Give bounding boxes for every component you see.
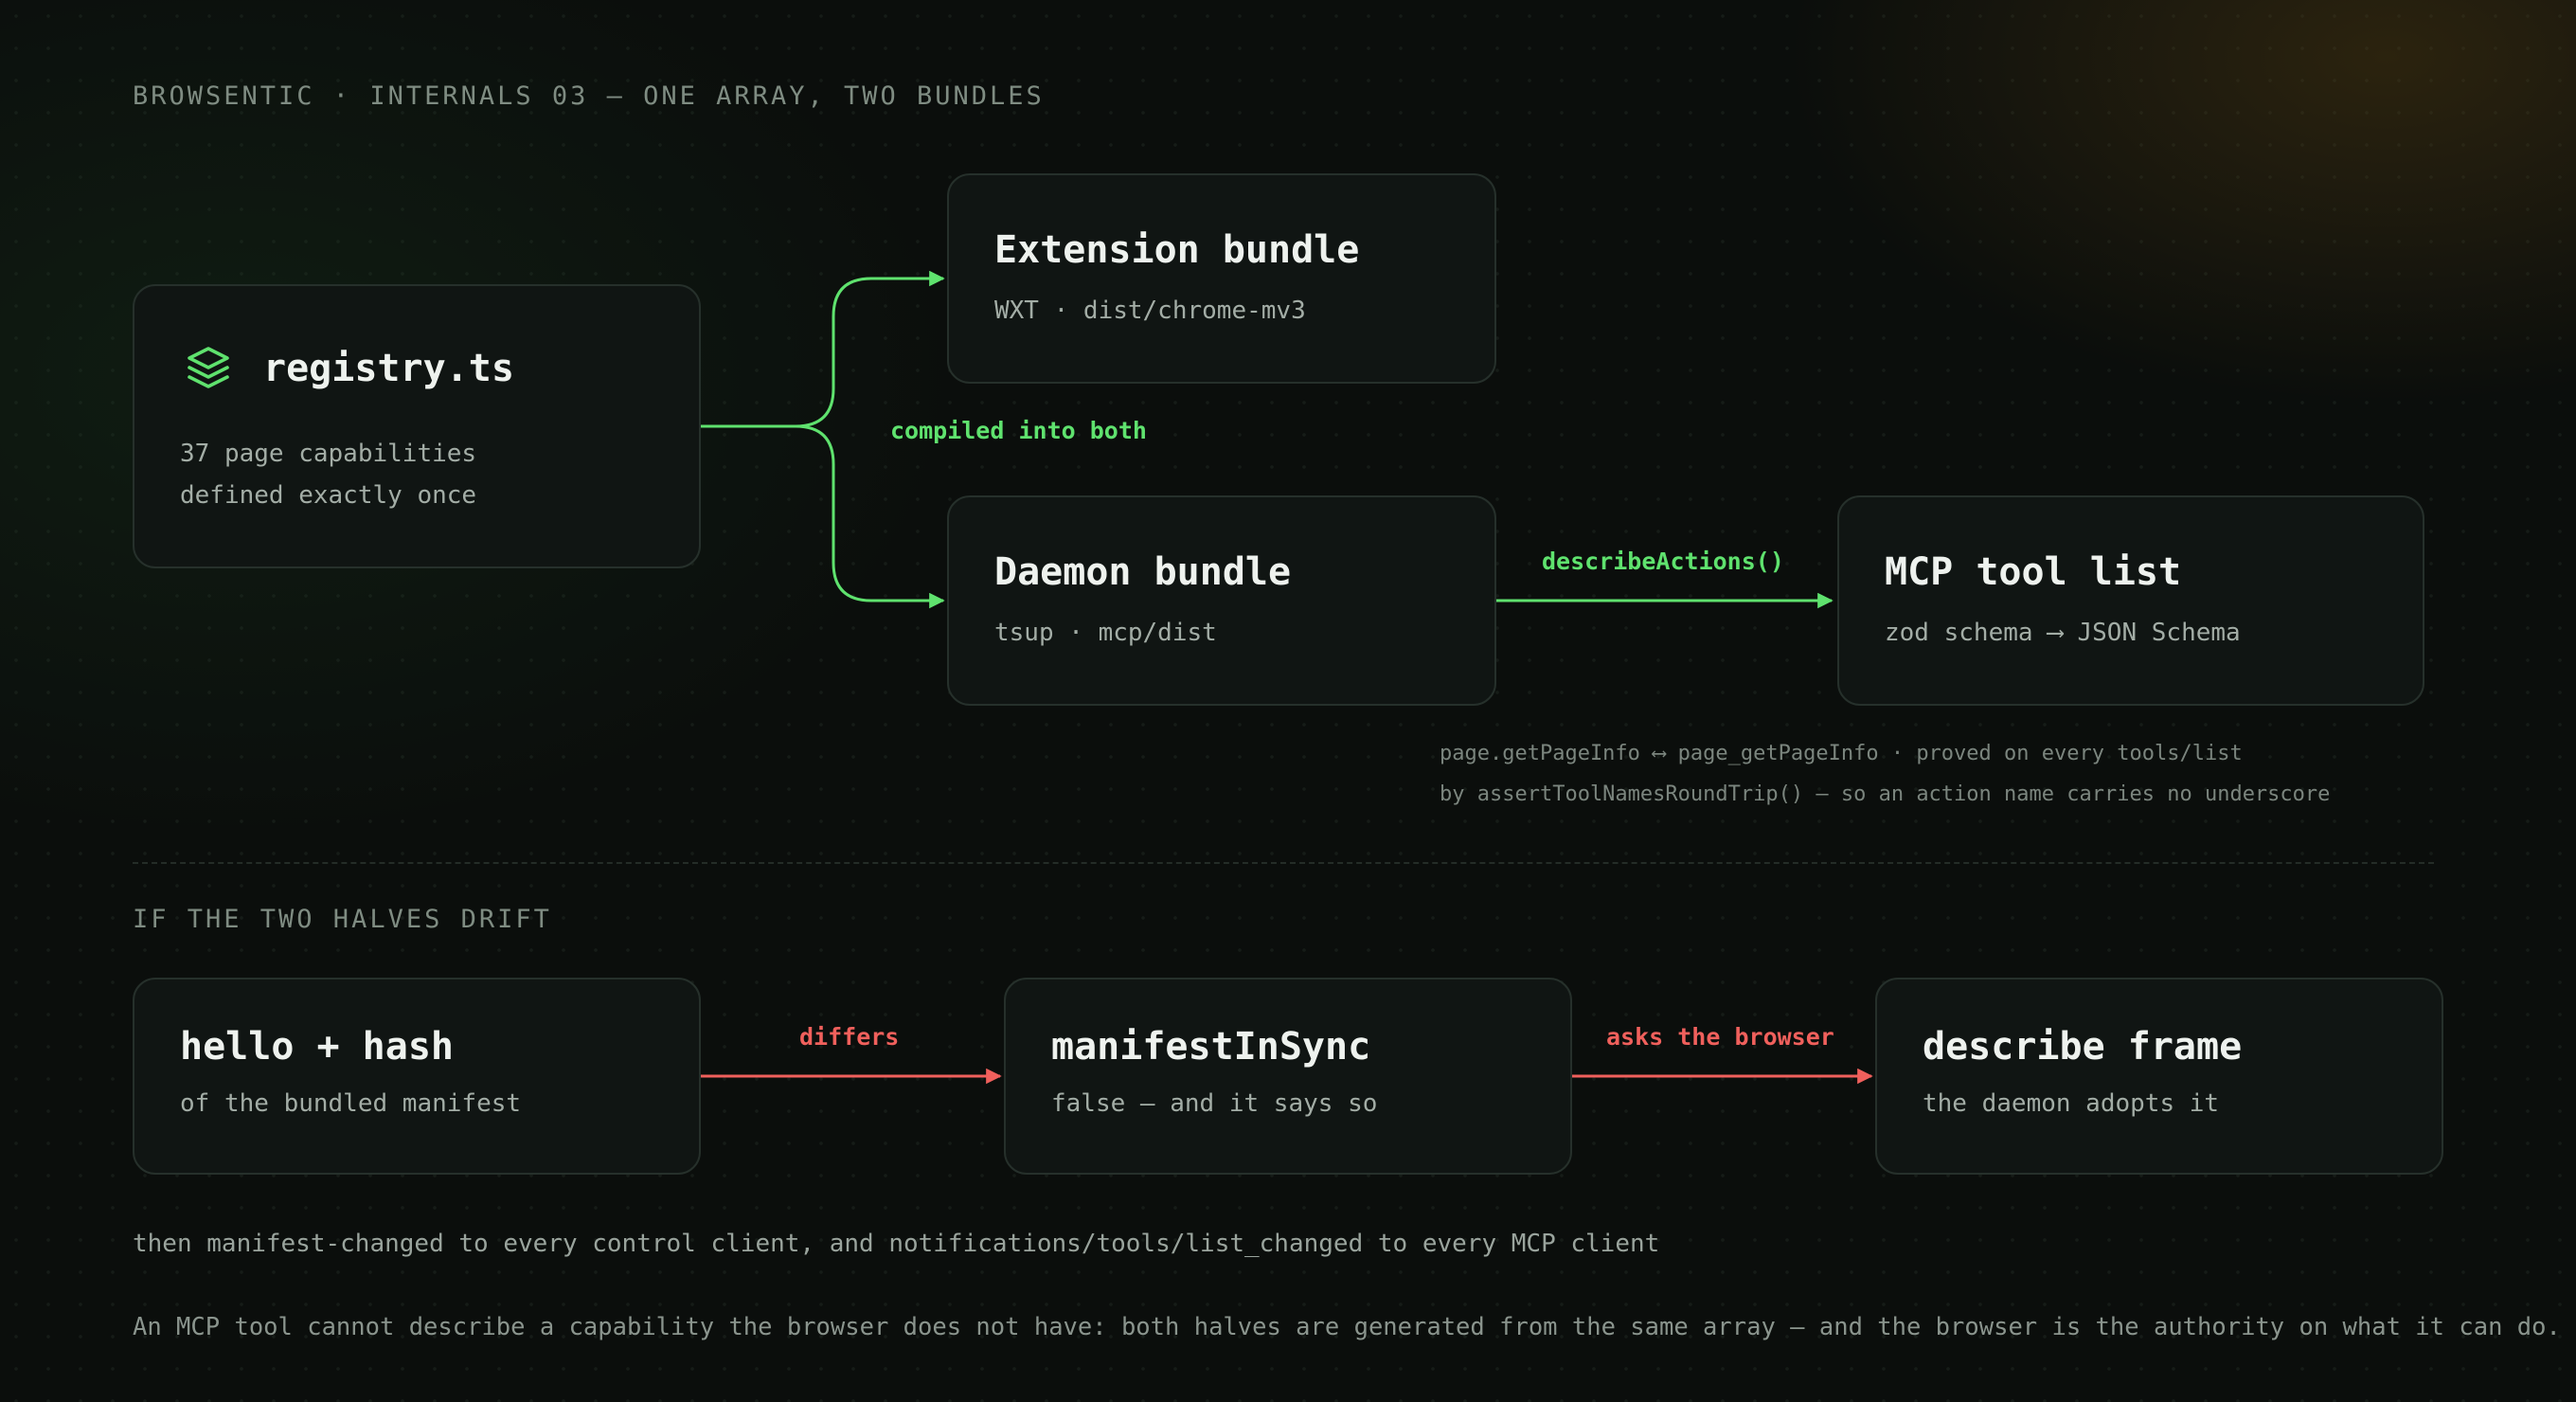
- section-divider: [133, 862, 2434, 864]
- roundtrip-note-line-2: by assertToolNamesRoundTrip() — so an ac…: [1440, 782, 2331, 806]
- edge-registry-daemon: [795, 424, 945, 609]
- daemon-bundle-title: Daemon bundle: [994, 550, 1292, 594]
- edge-label-compiled: compiled into both: [890, 417, 1147, 444]
- layers-icon: [186, 345, 231, 394]
- registry-line-2: defined exactly once: [180, 481, 477, 510]
- manifest-in-sync-title: manifestInSync: [1051, 1025, 1371, 1069]
- manifest-in-sync-subtitle: false — and it says so: [1051, 1089, 1378, 1118]
- daemon-bundle-subtitle: tsup · mcp/dist: [994, 619, 1217, 647]
- mcp-tool-list-title: MCP tool list: [1885, 550, 2182, 594]
- hello-hash-title: hello + hash: [180, 1025, 454, 1069]
- describe-frame-subtitle: the daemon adopts it: [1923, 1089, 2220, 1118]
- describe-frame-title: describe frame: [1923, 1025, 2243, 1069]
- registry-title: registry.ts: [263, 347, 514, 390]
- edge-label-differs: differs: [799, 1023, 900, 1051]
- extension-bundle-title: Extension bundle: [994, 228, 1360, 272]
- mcp-tool-list-node: MCP tool list zod schema ⟶ JSON Schema: [1837, 495, 2424, 706]
- footer-line-1: then manifest-changed to every control c…: [133, 1230, 1660, 1258]
- describe-frame-node: describe frame the daemon adopts it: [1875, 978, 2443, 1175]
- edge-registry-extension: [701, 270, 945, 428]
- hello-hash-node: hello + hash of the bundled manifest: [133, 978, 701, 1175]
- hello-hash-subtitle: of the bundled manifest: [180, 1089, 522, 1118]
- manifest-in-sync-node: manifestInSync false — and it says so: [1004, 978, 1572, 1175]
- extension-bundle-node: Extension bundle WXT · dist/chrome-mv3: [947, 173, 1496, 384]
- registry-node: registry.ts 37 page capabilities defined…: [133, 284, 701, 568]
- registry-line-1: 37 page capabilities: [180, 440, 477, 468]
- edge-label-asks-browser: asks the browser: [1606, 1023, 1834, 1051]
- daemon-bundle-node: Daemon bundle tsup · mcp/dist: [947, 495, 1496, 706]
- footer-line-2: An MCP tool cannot describe a capability…: [133, 1313, 2561, 1341]
- roundtrip-note-line-1: page.getPageInfo ⟷ page_getPageInfo · pr…: [1440, 742, 2243, 765]
- edge-label-describe-actions: describeActions(): [1542, 548, 1784, 575]
- extension-bundle-subtitle: WXT · dist/chrome-mv3: [994, 297, 1306, 325]
- mcp-tool-list-subtitle: zod schema ⟶ JSON Schema: [1885, 619, 2241, 647]
- drift-caption: IF THE TWO HALVES DRIFT: [133, 905, 552, 934]
